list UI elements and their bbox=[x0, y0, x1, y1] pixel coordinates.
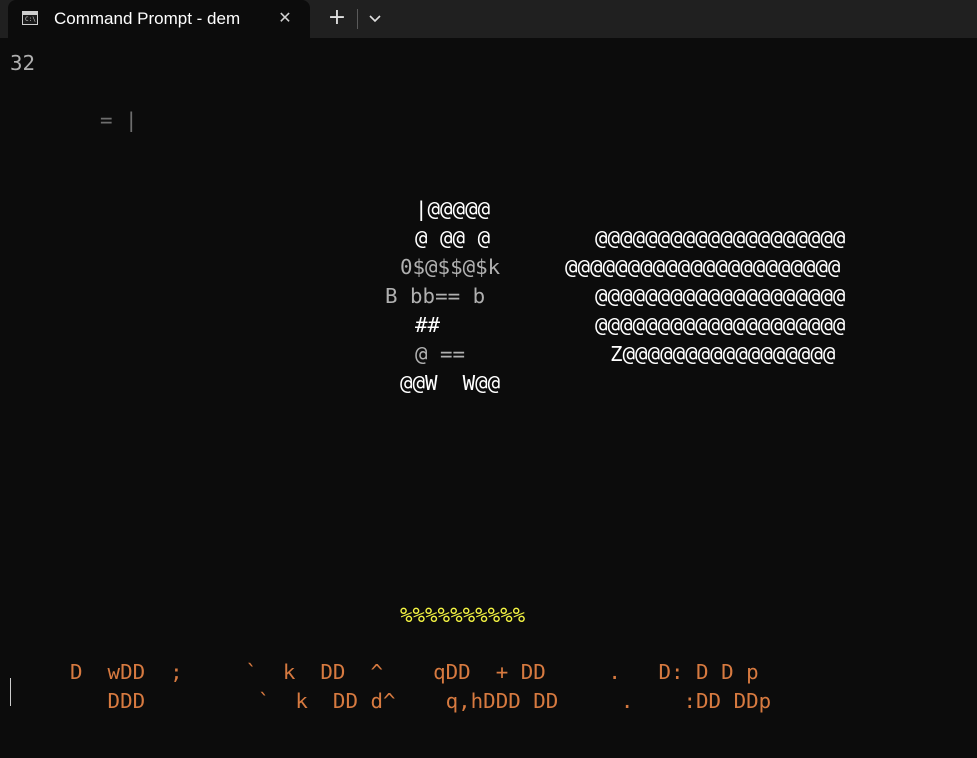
ascii-left-line: |@@@@@ bbox=[415, 197, 491, 221]
ascii-left-line: B bb== b bbox=[385, 284, 486, 308]
ascii-right-line: Z@@@@@@@@@@@@@@@@@ bbox=[610, 342, 836, 366]
tab-bar: C:\ Command Prompt - dem ✕ + bbox=[0, 0, 977, 38]
ascii-left-line: 0$@$$@$k bbox=[400, 255, 501, 279]
tab-title: Command Prompt - dem bbox=[54, 9, 241, 28]
bottom-row: DDD ` k DD d^ q,hDDD DD . :DD DDp bbox=[70, 689, 772, 713]
ascii-right-line: @@@@@@@@@@@@@@@@@@@@ bbox=[595, 284, 846, 308]
ascii-right-line: @@@@@@@@@@@@@@@@@@@@ bbox=[595, 226, 846, 250]
terminal-output[interactable]: 32 = | |@@@@@ @ @@ @ 0$@$$@$k B bb== b #… bbox=[0, 38, 977, 758]
new-tab-button[interactable]: + bbox=[323, 4, 351, 32]
stray-text: = | bbox=[100, 108, 138, 132]
ascii-right-line: @@@@@@@@@@@@@@@@@@@@ bbox=[595, 313, 846, 337]
terminal-icon: C:\ bbox=[22, 11, 38, 25]
counter-text: 32 bbox=[10, 51, 36, 75]
ascii-left-line: @ == bbox=[415, 342, 466, 366]
ascii-left-line: @ @@ @ bbox=[415, 226, 491, 250]
tab-command-prompt[interactable]: C:\ Command Prompt - dem ✕ bbox=[8, 0, 310, 38]
ascii-left-line: ## bbox=[415, 313, 441, 337]
ascii-left-line: @@W W@@ bbox=[400, 371, 501, 395]
text-cursor bbox=[10, 678, 11, 706]
tab-separator bbox=[357, 9, 358, 29]
ascii-right-line: @@@@@@@@@@@@@@@@@@@@@@ bbox=[565, 255, 841, 279]
chevron-down-icon[interactable] bbox=[364, 6, 386, 32]
close-icon[interactable]: ✕ bbox=[274, 7, 296, 29]
percent-row: %%%%%%%%%% bbox=[400, 603, 526, 627]
bottom-row: D wDD ; ` k DD ^ qDD + DD . D: D D p bbox=[70, 660, 759, 684]
